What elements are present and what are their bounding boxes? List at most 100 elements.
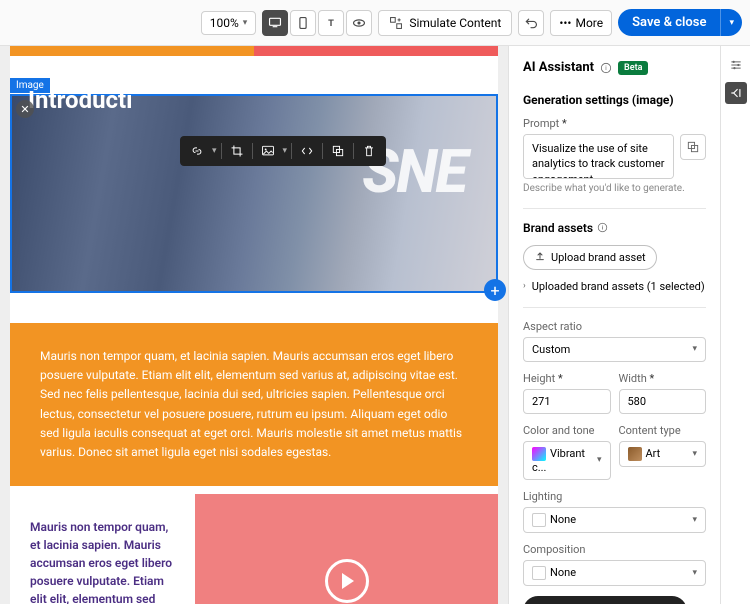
composition-select[interactable]: None ▾ <box>523 560 706 586</box>
svg-text:T: T <box>328 18 334 29</box>
art-swatch <box>628 447 642 461</box>
chevron-down-icon: ▾ <box>692 449 697 459</box>
device-desktop-button[interactable] <box>262 10 288 36</box>
separator <box>353 143 354 159</box>
brand-assets-header: Brand assets i <box>523 221 706 235</box>
ft-copy-button[interactable] <box>327 140 349 162</box>
lighting-value: None <box>532 513 576 527</box>
lighting-row: Lighting None ▾ <box>523 490 706 533</box>
top-toolbar: 100% ▾ T Simulate Content ••• More Save … <box>0 0 750 46</box>
info-icon: i <box>597 222 608 233</box>
color-select[interactable]: Vibrant c... ▾ <box>523 441 611 480</box>
svg-text:i: i <box>602 226 604 232</box>
image-close-button[interactable]: ✕ <box>16 100 34 118</box>
brand-assets-label: Brand assets <box>523 221 593 235</box>
simulate-label: Simulate Content <box>409 16 501 30</box>
more-label: More <box>575 16 603 30</box>
image-block[interactable]: Image ✕ + <box>10 94 498 293</box>
separator <box>322 143 323 159</box>
composition-value: None <box>532 566 576 580</box>
ellipsis-icon: ••• <box>559 16 571 30</box>
chevron-down-icon: ▾ <box>597 455 602 465</box>
chevron-down-icon: ▾ <box>692 344 697 354</box>
beta-badge: Beta <box>618 61 648 75</box>
separator <box>291 143 292 159</box>
ai-assistant-panel: AI Assistant i Beta Generation settings … <box>508 46 720 604</box>
save-group: Save & close ▾ <box>618 9 742 36</box>
gen-settings-title: Generation settings (image) <box>523 93 706 107</box>
undo-button[interactable] <box>518 10 544 36</box>
aspect-select[interactable]: Custom ▾ <box>523 337 706 362</box>
upload-label: Upload brand asset <box>551 251 646 264</box>
video-block <box>195 494 498 604</box>
stage-image <box>12 96 496 291</box>
none-swatch <box>532 513 546 527</box>
panel-header: AI Assistant i Beta <box>523 60 706 75</box>
separator <box>221 143 222 159</box>
svg-text:i: i <box>605 65 607 72</box>
height-input[interactable] <box>523 389 611 414</box>
save-close-button[interactable]: Save & close <box>618 9 720 36</box>
chevron-down-icon: ▾ <box>692 568 697 578</box>
width-label: Width * <box>619 372 707 385</box>
content-wrapper: Introducti Image ✕ + Mauris non tempor q… <box>10 46 498 604</box>
chevron-down-icon: ▾ <box>283 146 288 156</box>
ft-link-button[interactable] <box>186 140 208 162</box>
generate-button[interactable]: Generate <box>523 596 687 604</box>
chevron-down-icon: ▾ <box>729 18 734 28</box>
rail-settings-button[interactable] <box>725 54 747 76</box>
ft-code-button[interactable] <box>296 140 318 162</box>
save-dropdown-button[interactable]: ▾ <box>720 9 742 36</box>
aspect-label: Aspect ratio <box>523 320 706 333</box>
device-preview-button[interactable] <box>346 10 372 36</box>
color-bar-orange <box>10 46 254 56</box>
play-button[interactable] <box>325 559 369 603</box>
uploaded-assets-row[interactable]: › Uploaded brand assets (1 selected) <box>523 280 706 293</box>
color-label: Color and tone <box>523 424 611 437</box>
content-select[interactable]: Art ▾ <box>619 441 707 467</box>
canvas: Introducti Image ✕ + Mauris non tempor q… <box>0 46 508 604</box>
device-text-button[interactable]: T <box>318 10 344 36</box>
prompt-label: Prompt * <box>523 117 706 130</box>
purple-text-block: Mauris non tempor quam, et lacinia sapie… <box>10 494 195 604</box>
chevron-right-icon: › <box>523 281 526 291</box>
simulate-content-button[interactable]: Simulate Content <box>378 10 512 36</box>
orange-text-block: Mauris non tempor quam, et lacinia sapie… <box>10 323 498 486</box>
image-add-button[interactable]: + <box>484 279 506 301</box>
main-area: Introducti Image ✕ + Mauris non tempor q… <box>0 46 750 604</box>
width-input[interactable] <box>619 389 707 414</box>
aspect-ratio-row: Aspect ratio Custom ▾ <box>523 320 706 362</box>
none-swatch <box>532 566 546 580</box>
zoom-select[interactable]: 100% ▾ <box>201 11 257 35</box>
panel-title: AI Assistant <box>523 60 594 75</box>
split-row: Mauris non tempor quam, et lacinia sapie… <box>10 494 498 604</box>
composition-label: Composition <box>523 543 706 556</box>
aspect-value: Custom <box>532 343 570 356</box>
separator <box>252 143 253 159</box>
height-label: Height * <box>523 372 611 385</box>
prompt-row <box>523 134 706 179</box>
rail-collapse-button[interactable] <box>725 82 747 104</box>
prompt-action-button[interactable] <box>680 134 706 160</box>
lighting-label: Lighting <box>523 490 706 503</box>
right-rail <box>720 46 750 604</box>
vibrant-swatch <box>532 447 546 461</box>
ft-crop-button[interactable] <box>226 140 248 162</box>
content-label: Content type <box>619 424 707 437</box>
chevron-down-icon: ▾ <box>212 146 217 156</box>
upload-brand-asset-button[interactable]: Upload brand asset <box>523 245 657 270</box>
generate-row: Generate i <box>523 596 706 604</box>
prompt-input[interactable] <box>523 134 674 179</box>
simulate-icon <box>389 16 403 30</box>
device-mobile-button[interactable] <box>290 10 316 36</box>
ft-delete-button[interactable] <box>358 140 380 162</box>
lighting-select[interactable]: None ▾ <box>523 507 706 533</box>
color-bar <box>10 46 498 56</box>
zoom-value: 100% <box>210 16 239 30</box>
chevron-down-icon: ▾ <box>243 18 248 28</box>
ft-image-button[interactable] <box>257 140 279 162</box>
more-button[interactable]: ••• More <box>550 10 612 36</box>
color-bar-red <box>254 46 498 56</box>
content-value: Art <box>628 447 661 461</box>
upload-icon <box>534 251 546 263</box>
